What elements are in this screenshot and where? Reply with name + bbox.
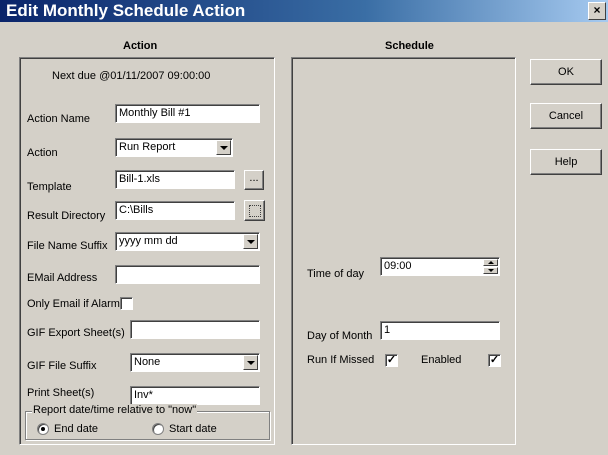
action-name-label: Action Name: [27, 113, 90, 125]
time-of-day-value: 09:00: [384, 260, 412, 272]
file-name-suffix-value: yyyy mm dd: [119, 235, 178, 247]
chevron-down-icon[interactable]: [243, 234, 258, 249]
day-of-month-input[interactable]: 1: [380, 321, 500, 340]
close-button[interactable]: ×: [588, 2, 606, 20]
result-directory-label: Result Directory: [27, 210, 106, 222]
ok-button[interactable]: OK: [530, 59, 602, 85]
file-name-suffix-dropdown[interactable]: yyyy mm dd: [115, 232, 260, 251]
gif-file-suffix-dropdown[interactable]: None: [130, 353, 260, 372]
gif-file-suffix-value: None: [134, 356, 161, 368]
email-address-label: EMail Address: [27, 272, 98, 284]
print-sheets-input[interactable]: Inv*: [130, 386, 260, 405]
end-date-label: End date: [54, 423, 99, 435]
action-label: Action: [27, 147, 58, 159]
next-due-text: Next due @01/11/2007 09:00:00: [52, 70, 211, 82]
start-date-radio[interactable]: [152, 423, 164, 435]
only-email-checkbox[interactable]: [120, 297, 133, 310]
action-header: Action: [123, 40, 158, 52]
schedule-panel: [291, 57, 516, 445]
folder-browse-icon: [249, 205, 261, 217]
file-name-suffix-label: File Name Suffix: [27, 240, 108, 252]
title-bar: Edit Monthly Schedule Action ×: [0, 0, 608, 22]
gif-export-label: GIF Export Sheet(s): [27, 327, 125, 339]
action-name-input[interactable]: Monthly Bill #1: [115, 104, 260, 123]
action-dropdown-value: Run Report: [119, 141, 176, 153]
run-if-missed-checkbox[interactable]: ✓: [385, 354, 398, 367]
schedule-header: Schedule: [385, 40, 434, 52]
spin-up-icon[interactable]: [483, 259, 498, 266]
gif-file-suffix-label: GIF File Suffix: [27, 360, 97, 372]
day-of-month-label: Day of Month: [307, 330, 373, 342]
end-date-radio[interactable]: [37, 423, 49, 435]
chevron-down-icon[interactable]: [243, 355, 258, 370]
report-relative-group-label: Report date/time relative to "now": [32, 404, 198, 416]
cancel-button[interactable]: Cancel: [530, 103, 602, 129]
time-of-day-input[interactable]: 09:00: [380, 257, 500, 276]
email-address-input[interactable]: [115, 265, 260, 284]
only-email-label: Only Email if Alarm: [27, 298, 120, 310]
enabled-label: Enabled: [421, 354, 462, 366]
run-if-missed-label: Run If Missed: [307, 354, 375, 366]
template-label: Template: [27, 181, 72, 193]
spin-down-icon[interactable]: [483, 267, 498, 274]
start-date-label: Start date: [169, 423, 217, 435]
time-of-day-label: Time of day: [307, 268, 365, 280]
window-title: Edit Monthly Schedule Action: [6, 1, 246, 20]
template-input[interactable]: Bill-1.xls: [115, 170, 235, 189]
result-directory-input[interactable]: C:\Bills: [115, 201, 235, 220]
help-button[interactable]: Help: [530, 149, 602, 175]
template-browse-button[interactable]: ...: [244, 170, 264, 190]
print-sheets-label: Print Sheet(s): [27, 387, 95, 399]
action-dropdown[interactable]: Run Report: [115, 138, 233, 157]
chevron-down-icon[interactable]: [216, 140, 231, 155]
time-spinner[interactable]: [483, 259, 498, 274]
enabled-checkbox[interactable]: ✓: [488, 354, 501, 367]
result-directory-browse-button[interactable]: [244, 200, 265, 221]
gif-export-input[interactable]: [130, 320, 260, 339]
